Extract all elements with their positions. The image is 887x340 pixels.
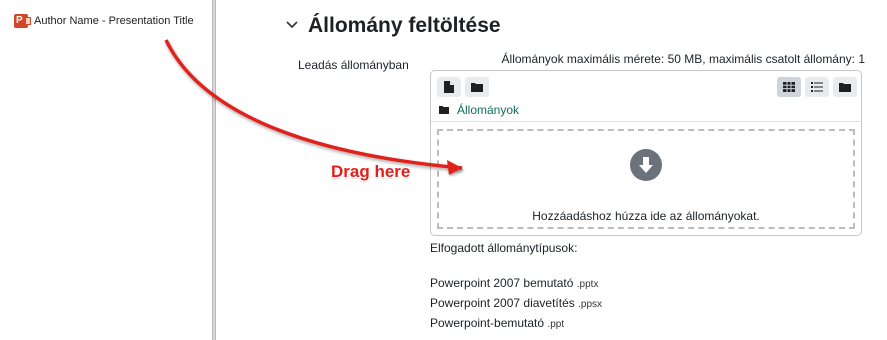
add-file-icon xyxy=(444,81,454,93)
accepted-types-list: Powerpoint 2007 bemutató .pptx Powerpoin… xyxy=(430,274,602,334)
assignment-form: Állomány feltöltése Leadás állományban Á… xyxy=(216,0,887,340)
breadcrumb: Állományok xyxy=(439,103,519,117)
tree-view-icon xyxy=(839,83,851,92)
accepted-type-item: Powerpoint 2007 bemutató .pptx xyxy=(430,274,602,294)
grid-view-icon xyxy=(783,82,795,92)
type-name: Powerpoint-bemutató xyxy=(430,316,545,330)
type-extension: .pptx xyxy=(576,279,599,290)
file-name: Author Name - Presentation Title xyxy=(34,15,194,27)
list-view-icon xyxy=(811,82,823,92)
grid-view-button[interactable] xyxy=(777,77,801,97)
accepted-types-label: Elfogadott állománytípusok: xyxy=(430,241,578,255)
tree-view-button[interactable] xyxy=(833,77,857,97)
drop-zone[interactable]: Hozzáadáshoz húzza ide az állományokat. xyxy=(437,129,855,229)
breadcrumb-divider xyxy=(431,121,861,122)
type-extension: .ppt xyxy=(547,319,565,330)
drop-zone-text: Hozzáadáshoz húzza ide az állományokat. xyxy=(532,209,760,223)
create-folder-button[interactable] xyxy=(465,77,489,97)
chevron-down-icon[interactable] xyxy=(286,16,298,34)
accepted-type-item: Powerpoint-bemutató .ppt xyxy=(430,314,602,334)
breadcrumb-files-link[interactable]: Állományok xyxy=(457,103,519,117)
create-folder-icon xyxy=(471,83,483,92)
presentation-file[interactable]: Author Name - Presentation Title xyxy=(14,14,194,28)
type-extension: .ppsx xyxy=(578,299,603,310)
submission-label: Leadás állományban xyxy=(298,58,409,72)
add-file-button[interactable] xyxy=(437,77,461,97)
section-header[interactable]: Állomány feltöltése xyxy=(286,14,501,38)
section-title: Állomány feltöltése xyxy=(308,14,501,37)
accepted-type-item: Powerpoint 2007 diavetítés .ppsx xyxy=(430,294,602,314)
folder-icon xyxy=(439,106,449,114)
type-name: Powerpoint 2007 bemutató xyxy=(430,276,574,290)
list-view-button[interactable] xyxy=(805,77,829,97)
type-name: Powerpoint 2007 diavetítés xyxy=(430,296,575,310)
file-picker-toolbar xyxy=(431,71,861,103)
file-picker: Állományok Hozzáadáshoz húzza ide az áll… xyxy=(430,70,862,236)
download-arrow-icon xyxy=(630,149,662,181)
powerpoint-file-icon xyxy=(14,14,31,28)
file-limits-text: Állományok maximális mérete: 50 MB, maxi… xyxy=(501,52,865,66)
file-explorer-pane: Author Name - Presentation Title xyxy=(0,0,212,340)
